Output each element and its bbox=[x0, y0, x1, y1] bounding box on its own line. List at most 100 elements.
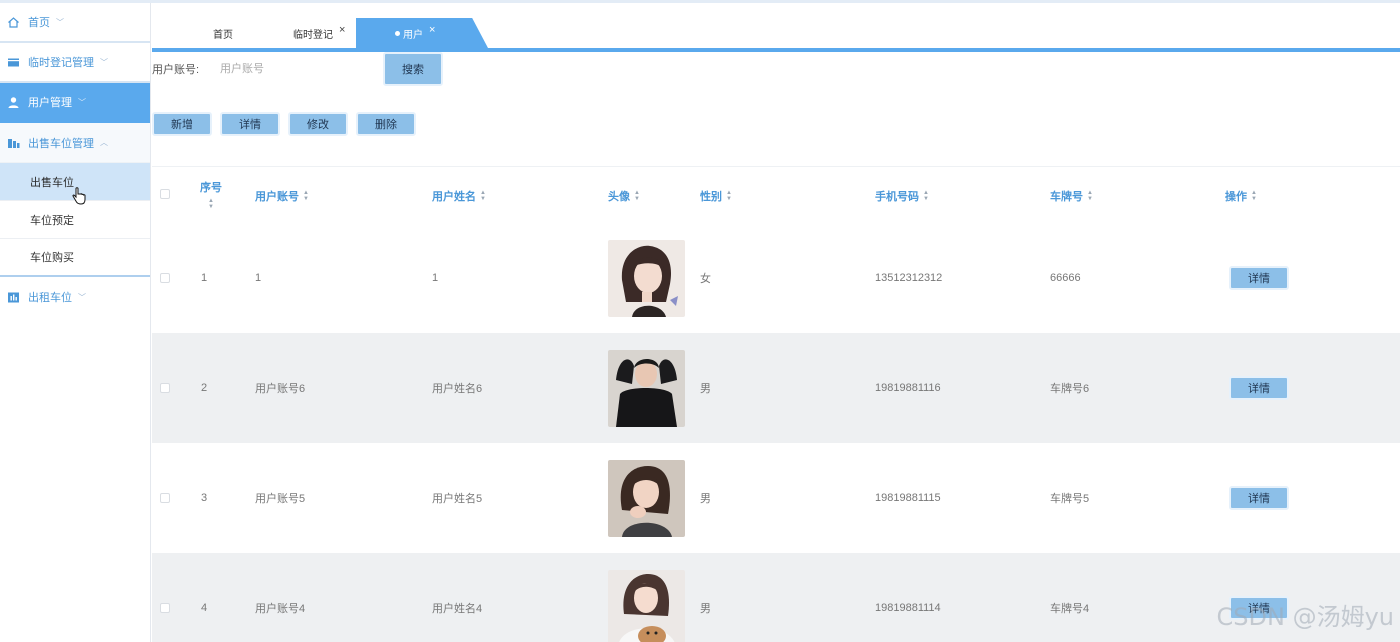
cell-plate: 车牌号6 bbox=[1050, 383, 1090, 395]
table-row: 4 用户账号4 用户姓名4 男 19819881114 车牌号4 详情 bbox=[152, 553, 1400, 642]
row-detail-button[interactable]: 详情 bbox=[1229, 486, 1289, 510]
watermark: CSDN @汤姆yu bbox=[1216, 603, 1394, 631]
cell-gender: 女 bbox=[700, 273, 711, 285]
active-dot-icon bbox=[395, 30, 400, 36]
chevron-up-icon: ︿ bbox=[100, 138, 108, 147]
row-checkbox[interactable] bbox=[160, 603, 170, 613]
sidebar-subitem-label: 出售车位 bbox=[30, 176, 74, 189]
search-input[interactable] bbox=[220, 55, 370, 83]
cell-index: 1 bbox=[201, 272, 208, 284]
table-row: 2 用户账号6 用户姓名6 男 19819881116 车牌号6 详情 bbox=[152, 333, 1400, 443]
cell-name: 用户姓名5 bbox=[432, 493, 483, 505]
card-icon bbox=[6, 55, 20, 69]
cell-index: 4 bbox=[201, 602, 208, 614]
column-header-index[interactable]: 序号 ▲ ▼ bbox=[200, 179, 222, 210]
delete-button[interactable]: 删除 bbox=[356, 112, 416, 136]
sidebar-item-sale-space-management[interactable]: 出售车位管理 ︿ bbox=[0, 123, 150, 163]
row-checkbox[interactable] bbox=[160, 493, 170, 503]
column-header-label: 操作 bbox=[1225, 191, 1247, 203]
home-icon bbox=[6, 15, 20, 29]
cell-name: 1 bbox=[432, 272, 439, 284]
chevron-down-icon: ﹀ bbox=[56, 17, 64, 27]
tab-label: 临时登记 bbox=[293, 29, 333, 41]
search-bar: 用户账号: bbox=[152, 53, 370, 85]
select-all-checkbox[interactable] bbox=[160, 189, 170, 199]
add-button[interactable]: 新增 bbox=[152, 112, 212, 136]
row-detail-button[interactable]: 详情 bbox=[1229, 266, 1289, 290]
table-header: 序号 ▲ ▼ 用户账号 ▲ ▼ 用户姓名 ▲ ▼ 头像 ▲ ▼ 性别 ▲ ▼ 手机号码 ▲… bbox=[152, 166, 1400, 222]
tab-users[interactable]: 用户 × bbox=[356, 18, 488, 48]
action-toolbar: 新增 详情 修改 删除 bbox=[152, 112, 416, 136]
row-checkbox[interactable] bbox=[160, 383, 170, 393]
sidebar-item-user-management[interactable]: 用户管理 ﹀ bbox=[0, 83, 150, 123]
tab-bar: 首页 临时登记 × 用户 × bbox=[152, 18, 1400, 52]
chevron-down-icon: ﹀ bbox=[78, 97, 86, 107]
cell-phone: 13512312312 bbox=[875, 272, 943, 284]
sidebar-subitem-label: 车位购买 bbox=[30, 252, 74, 264]
close-icon[interactable]: × bbox=[429, 24, 435, 36]
tab-home[interactable]: 首页 bbox=[213, 18, 233, 48]
column-header-phone[interactable]: 手机号码 ▲ ▼ bbox=[875, 188, 929, 204]
column-header-label: 性别 bbox=[700, 191, 722, 203]
column-header-operation[interactable]: 操作 ▲ ▼ bbox=[1225, 188, 1257, 204]
row-checkbox[interactable] bbox=[160, 273, 170, 283]
cell-plate: 车牌号5 bbox=[1050, 493, 1090, 505]
chevron-down-icon: ﹀ bbox=[78, 292, 86, 302]
column-header-gender[interactable]: 性别 ▲ ▼ bbox=[700, 188, 732, 204]
sidebar-subitem-space-purchase[interactable]: 车位购买 bbox=[0, 239, 150, 277]
sidebar-subitem-label: 车位预定 bbox=[30, 214, 74, 227]
main-content: 首页 临时登记 × 用户 × 用户账号: 搜索 新增 详情 修改 删除 序号 ▲… bbox=[152, 3, 1400, 642]
sort-icon: ▲ ▼ bbox=[1087, 190, 1093, 202]
sidebar-item-home[interactable]: 首页 ﹀ bbox=[0, 3, 150, 43]
row-detail-button[interactable]: 详情 bbox=[1229, 376, 1289, 400]
table-row: 3 用户账号5 用户姓名5 男 19819881115 车牌号5 详情 bbox=[152, 443, 1400, 553]
sidebar-subitem-sale-space[interactable]: 出售车位 bbox=[0, 163, 150, 205]
avatar bbox=[608, 569, 685, 642]
sort-icon: ▲ ▼ bbox=[923, 190, 929, 202]
avatar bbox=[608, 349, 685, 427]
cell-phone: 19819881115 bbox=[875, 492, 941, 504]
detail-button[interactable]: 详情 bbox=[220, 112, 280, 136]
tab-label: 用户 bbox=[403, 29, 423, 41]
chart-icon bbox=[6, 290, 20, 304]
column-header-label: 序号 bbox=[200, 182, 222, 194]
building-icon bbox=[6, 136, 20, 150]
sidebar: 首页 ﹀ 临时登记管理 ﹀ 用户管理 ﹀ 出售车位管理 ︿ 出售车位 车位预定 … bbox=[0, 3, 151, 642]
sidebar-item-label: 临时登记管理 bbox=[28, 57, 94, 69]
cell-gender: 男 bbox=[700, 383, 711, 395]
cell-plate: 66666 bbox=[1050, 272, 1081, 284]
column-header-name[interactable]: 用户姓名 ▲ ▼ bbox=[432, 188, 486, 204]
column-header-label: 手机号码 bbox=[875, 191, 919, 203]
column-header-avatar[interactable]: 头像 ▲ ▼ bbox=[608, 188, 640, 204]
chevron-down-icon: ﹀ bbox=[100, 57, 108, 67]
column-header-plate[interactable]: 车牌号 ▲ ▼ bbox=[1050, 188, 1093, 204]
cell-name: 用户姓名6 bbox=[432, 383, 483, 395]
sort-icon: ▲ ▼ bbox=[303, 190, 309, 202]
cell-account: 用户账号4 bbox=[255, 603, 306, 615]
sidebar-subitem-space-reservation[interactable]: 车位预定 bbox=[0, 201, 150, 239]
sidebar-item-rent-space[interactable]: 出租车位 ﹀ bbox=[0, 277, 150, 317]
sidebar-item-temp-registration[interactable]: 临时登记管理 ﹀ bbox=[0, 43, 150, 83]
sort-icon: ▲ ▼ bbox=[480, 190, 486, 202]
cell-phone: 19819881114 bbox=[875, 602, 941, 614]
sort-icon: ▲ ▼ bbox=[208, 198, 214, 210]
search-label: 用户账号: bbox=[152, 64, 200, 76]
sort-icon: ▲ ▼ bbox=[726, 190, 732, 202]
cell-gender: 男 bbox=[700, 603, 711, 615]
edit-button[interactable]: 修改 bbox=[288, 112, 348, 136]
cell-index: 2 bbox=[201, 382, 208, 394]
cell-account: 1 bbox=[255, 272, 262, 284]
cell-account: 用户账号5 bbox=[255, 493, 306, 505]
sidebar-item-label: 首页 bbox=[28, 17, 50, 29]
column-header-account[interactable]: 用户账号 ▲ ▼ bbox=[255, 188, 309, 204]
sidebar-item-label: 出租车位 bbox=[28, 292, 72, 304]
search-button[interactable]: 搜索 bbox=[383, 52, 443, 86]
cell-name: 用户姓名4 bbox=[432, 603, 483, 615]
column-header-label: 头像 bbox=[608, 191, 630, 203]
column-header-label: 车牌号 bbox=[1050, 191, 1083, 203]
close-icon[interactable]: × bbox=[339, 24, 345, 36]
cell-phone: 19819881116 bbox=[875, 382, 941, 394]
user-table: 序号 ▲ ▼ 用户账号 ▲ ▼ 用户姓名 ▲ ▼ 头像 ▲ ▼ 性别 ▲ ▼ 手机号码 ▲… bbox=[152, 166, 1400, 642]
table-row: 1 1 1 女 13512312312 66666 详情 bbox=[152, 223, 1400, 333]
tab-temp-registration[interactable]: 临时登记 × bbox=[293, 18, 345, 48]
